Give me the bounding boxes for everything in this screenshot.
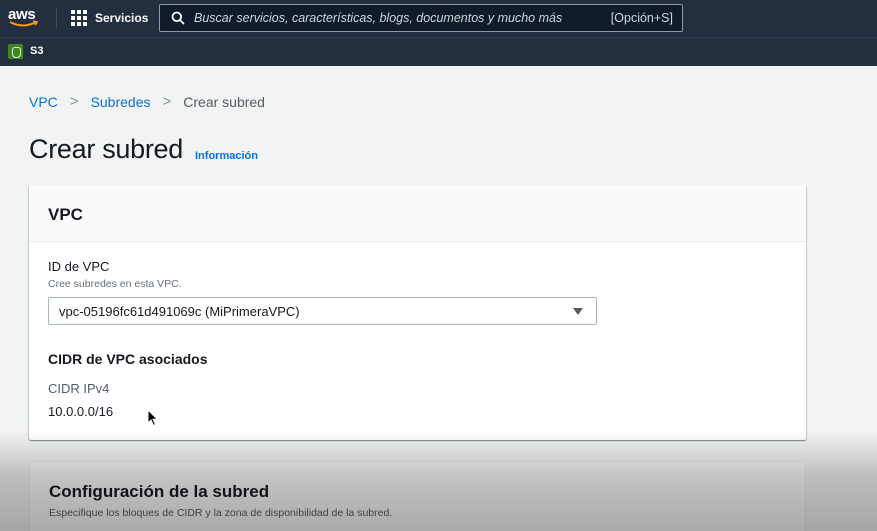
breadcrumb-vpc-link[interactable]: VPC xyxy=(29,94,58,110)
mouse-pointer-icon xyxy=(147,409,159,427)
cidr-ipv4-value: 10.0.0.0/16 xyxy=(48,404,114,419)
s3-service-icon[interactable] xyxy=(8,44,23,59)
info-link[interactable]: Información xyxy=(195,150,258,162)
favorites-bar: S3 xyxy=(0,37,877,66)
vpc-id-selected-value: vpc-05196fc61d491069c (MiPrimeraVPC) xyxy=(59,304,300,319)
nav-divider xyxy=(56,8,57,29)
favorite-s3-link[interactable]: S3 xyxy=(30,45,43,57)
subnet-config-title: Configuración de la subred xyxy=(49,482,270,501)
chevron-right-icon: > xyxy=(162,93,172,110)
chevron-right-icon: > xyxy=(69,93,79,110)
vpc-section-title: VPC xyxy=(48,205,83,224)
page-title: Crear subred xyxy=(29,134,183,164)
services-label: Servicios xyxy=(95,11,149,25)
vpc-id-select[interactable]: vpc-05196fc61d491069c (MiPrimeraVPC) xyxy=(48,297,597,325)
cidr-ipv4-label: CIDR IPv4 xyxy=(48,381,110,396)
vpc-container: VPC ID de VPC Cree subredes en esta VPC.… xyxy=(29,185,806,440)
top-navigation: aws Servicios Buscar servicios, caracter… xyxy=(0,0,877,37)
aws-smile-icon xyxy=(9,20,39,27)
search-input[interactable]: Buscar servicios, características, blogs… xyxy=(159,4,683,32)
subnet-config-description: Especifique los bloques de CIDR y la zon… xyxy=(49,507,393,519)
aws-logo[interactable]: aws xyxy=(8,6,42,30)
subnet-config-container: Configuración de la subred Especifique l… xyxy=(29,461,806,531)
vpc-id-label: ID de VPC xyxy=(48,259,110,274)
search-placeholder: Buscar servicios, características, blogs… xyxy=(194,11,563,25)
grid-icon xyxy=(71,10,87,26)
vpc-container-header: VPC xyxy=(29,185,806,242)
breadcrumb-subnets-link[interactable]: Subredes xyxy=(91,94,151,110)
breadcrumb: VPC > Subredes > Crear subred xyxy=(29,93,265,110)
cidr-heading: CIDR de VPC asociados xyxy=(48,351,208,367)
services-menu-button[interactable]: Servicios xyxy=(71,9,148,27)
search-shortcut: [Opción+S] xyxy=(610,11,673,25)
caret-down-icon xyxy=(573,308,583,315)
vpc-id-description: Cree subredes en esta VPC. xyxy=(48,278,182,290)
breadcrumb-current: Crear subred xyxy=(183,93,265,110)
search-icon xyxy=(171,11,185,25)
